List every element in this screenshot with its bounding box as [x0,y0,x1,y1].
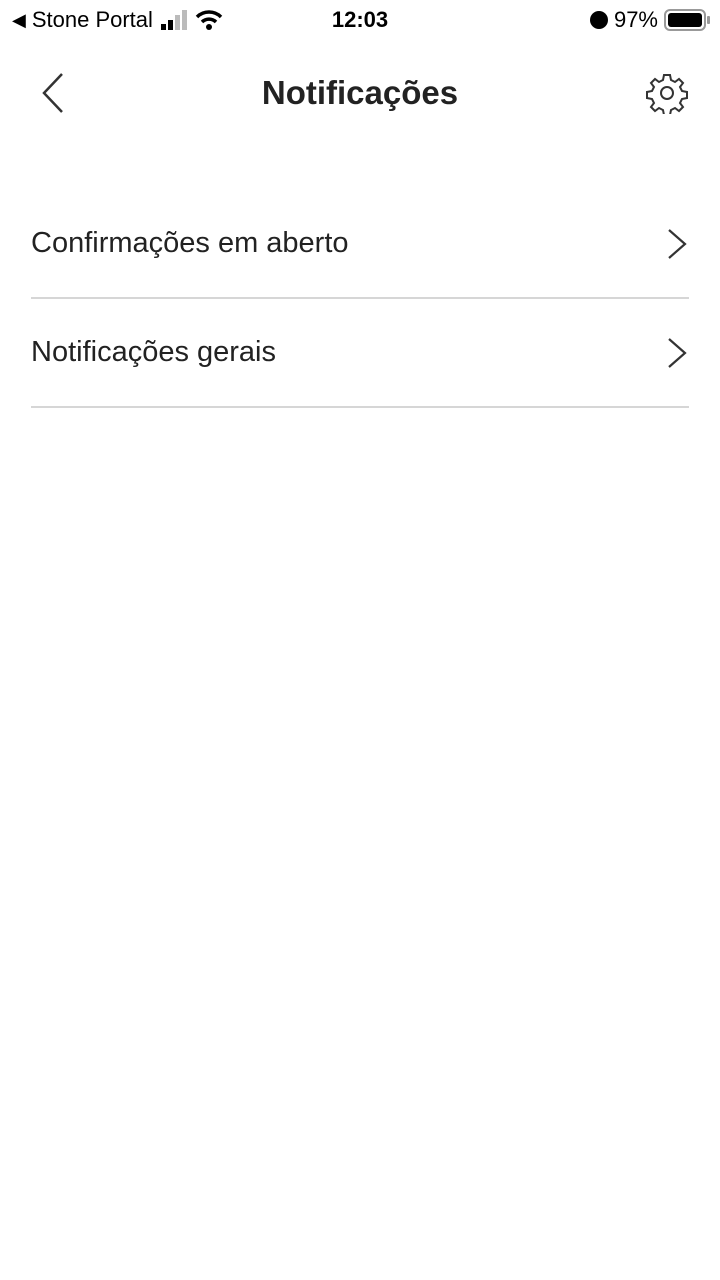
list-item-label: Notificações gerais [31,336,276,368]
list-item-open-confirmations[interactable]: Confirmações em aberto [31,190,689,299]
list-item-label: Confirmações em aberto [31,227,349,259]
gear-icon[interactable] [646,72,688,114]
battery-percent: 97% [613,7,658,32]
chevron-right-icon [668,228,687,259]
alarm-icon [589,11,608,29]
notification-categories: Confirmações em aberto Notificações gera… [31,190,689,408]
page-title: Notificações [261,74,459,111]
chevron-right-icon [668,337,687,368]
list-item-general-notifications[interactable]: Notificações gerais [31,299,689,408]
status-bar: ◀ Stone Portal 12:03 97% [0,0,720,40]
nav-header: Notificações [0,60,720,126]
battery-icon [664,9,710,31]
